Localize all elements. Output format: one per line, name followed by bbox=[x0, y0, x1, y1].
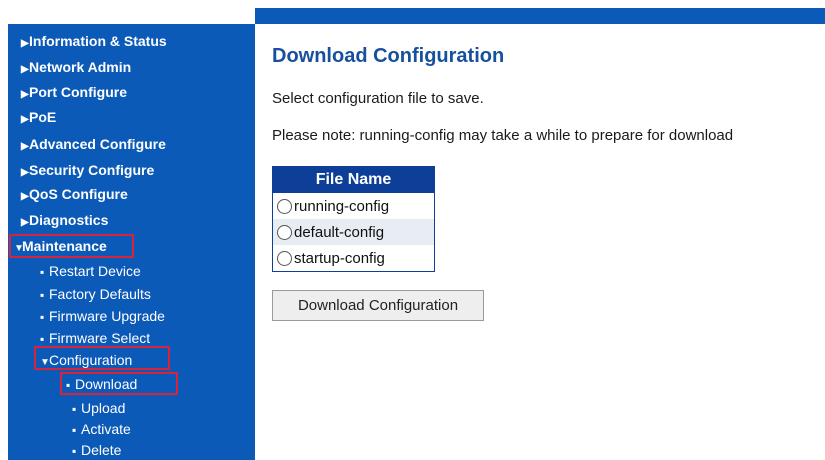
table-row: startup-config bbox=[273, 245, 435, 272]
table-row: default-config bbox=[272, 219, 435, 245]
triangle-right-icon: ▶ bbox=[21, 141, 29, 152]
sidebar: ▶Information & Status ▶Network Admin ▶Po… bbox=[8, 24, 255, 460]
radio-default-config[interactable] bbox=[277, 225, 292, 241]
configuration-highlight bbox=[34, 346, 170, 370]
nav-item-firmware-select[interactable]: ▪ Firmware Select bbox=[40, 330, 150, 347]
nav-label: Restart Device bbox=[49, 263, 141, 279]
file-table: File Name running-config default-config … bbox=[272, 166, 435, 272]
nav-label: Factory Defaults bbox=[49, 286, 151, 302]
maintenance-highlight bbox=[9, 234, 134, 258]
bullet-icon: ▪ bbox=[72, 423, 77, 437]
nav-label: PoE bbox=[29, 109, 57, 125]
instruction-text: Select configuration file to save. bbox=[272, 90, 484, 107]
bullet-icon: ▪ bbox=[72, 402, 77, 416]
radio-startup-config[interactable] bbox=[277, 251, 292, 267]
triangle-right-icon: ▶ bbox=[21, 89, 29, 100]
table-header-file-name: File Name bbox=[272, 166, 435, 193]
download-configuration-button[interactable]: Download Configuration bbox=[272, 290, 484, 321]
nav-item-port-configure[interactable]: ▶Port Configure bbox=[21, 84, 127, 103]
nav-label: Information & Status bbox=[29, 33, 167, 49]
table-cell: default-config bbox=[272, 219, 435, 245]
nav-label: Diagnostics bbox=[29, 212, 109, 228]
nav-item-firmware-upgrade[interactable]: ▪ Firmware Upgrade bbox=[40, 308, 165, 325]
nav-label: QoS Configure bbox=[29, 186, 128, 202]
triangle-right-icon: ▶ bbox=[21, 64, 29, 75]
nav-label: Network Admin bbox=[29, 59, 132, 75]
nav-item-diagnostics[interactable]: ▶Diagnostics bbox=[21, 212, 108, 231]
triangle-right-icon: ▶ bbox=[21, 38, 29, 49]
page-title: Download Configuration bbox=[272, 45, 505, 67]
download-highlight bbox=[60, 372, 178, 395]
nav-label: Activate bbox=[81, 421, 131, 437]
bullet-icon: ▪ bbox=[40, 288, 45, 302]
radio-running-config[interactable] bbox=[277, 199, 292, 215]
bullet-icon: ▪ bbox=[72, 444, 77, 458]
note-text: Please note: running-config may take a w… bbox=[272, 127, 734, 144]
nav-item-restart-device[interactable]: ▪ Restart Device bbox=[40, 263, 141, 280]
file-option-label: startup-config bbox=[294, 249, 385, 267]
nav-item-qos-configure[interactable]: ▶QoS Configure bbox=[21, 186, 128, 205]
nav-item-information-status[interactable]: ▶Information & Status bbox=[21, 33, 167, 52]
table-cell: running-config bbox=[273, 193, 435, 219]
nav-label: Firmware Select bbox=[49, 330, 151, 346]
triangle-right-icon: ▶ bbox=[21, 191, 29, 202]
triangle-right-icon: ▶ bbox=[21, 167, 29, 178]
triangle-right-icon: ▶ bbox=[21, 217, 29, 228]
page-background bbox=[0, 0, 825, 8]
nav-label: Delete bbox=[81, 442, 122, 458]
nav-item-poe[interactable]: ▶PoE bbox=[21, 109, 56, 128]
file-option-label: default-config bbox=[294, 223, 385, 241]
file-option-label: running-config bbox=[294, 197, 390, 215]
table-row: running-config bbox=[273, 193, 435, 219]
nav-item-advanced-configure[interactable]: ▶Advanced Configure bbox=[21, 136, 166, 155]
bullet-icon: ▪ bbox=[40, 310, 45, 324]
nav-label: Upload bbox=[81, 400, 126, 416]
nav-item-security-configure[interactable]: ▶Security Configure bbox=[21, 162, 154, 181]
header-bar bbox=[255, 8, 825, 24]
bullet-icon: ▪ bbox=[40, 265, 45, 279]
nav-item-activate[interactable]: ▪ Activate bbox=[72, 421, 131, 438]
bullet-icon: ▪ bbox=[40, 332, 45, 346]
nav-label: Security Configure bbox=[29, 162, 155, 178]
nav-item-delete[interactable]: ▪ Delete bbox=[72, 442, 121, 459]
nav-label: Advanced Configure bbox=[29, 136, 166, 152]
nav-item-factory-defaults[interactable]: ▪ Factory Defaults bbox=[40, 286, 151, 303]
table-cell: startup-config bbox=[273, 245, 435, 272]
triangle-right-icon: ▶ bbox=[21, 114, 29, 125]
nav-label: Firmware Upgrade bbox=[49, 308, 165, 324]
nav-item-upload[interactable]: ▪ Upload bbox=[72, 400, 125, 417]
nav-item-network-admin[interactable]: ▶Network Admin bbox=[21, 59, 131, 78]
nav-label: Port Configure bbox=[29, 84, 127, 100]
